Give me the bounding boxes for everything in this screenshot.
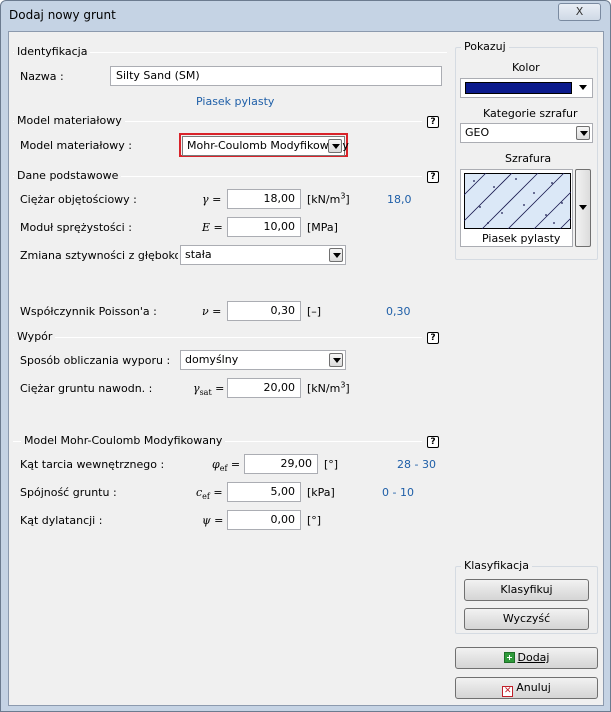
chevron-down-icon	[579, 205, 587, 210]
clear-button[interactable]: Wyczyść	[464, 608, 589, 630]
cohesion-label: Spójność gruntu :	[20, 486, 117, 499]
unit-weight-symbol: γ =	[202, 193, 222, 206]
poisson-unit: [–]	[307, 305, 322, 318]
name-input[interactable]: Silty Sand (SM)	[110, 66, 442, 86]
modulus-unit: [MPa]	[307, 221, 338, 234]
saturated-weight-unit: [kN/m3]	[307, 380, 350, 395]
window-title: Dodaj nowy grunt	[9, 8, 116, 22]
hatch-dropdown-button[interactable]	[575, 169, 591, 247]
hatch-category-value: GEO	[465, 126, 490, 139]
help-icon[interactable]: ?	[427, 171, 439, 183]
modulus-symbol: E =	[202, 221, 223, 234]
group-material-model-title: Model materiałowy	[14, 114, 125, 127]
cohesion-unit: [kPa]	[307, 486, 335, 499]
poisson-hint: 0,30	[386, 305, 411, 318]
modulus-input[interactable]: 10,00	[227, 217, 301, 237]
color-select[interactable]	[460, 78, 593, 98]
friction-angle-unit: [°]	[324, 458, 339, 471]
dialog-window: Dodaj nowy grunt X Identyfikacja Nazwa :…	[0, 0, 611, 712]
stiffness-label: Zmiana sztywności z głębokością	[20, 249, 178, 262]
hatch-label: Szrafura	[505, 152, 552, 165]
dilation-input[interactable]: 0,00	[227, 510, 301, 530]
friction-angle-input[interactable]: 29,00	[244, 454, 318, 474]
saturated-weight-input[interactable]: 20,00	[227, 378, 301, 398]
dilation-unit: [°]	[307, 514, 322, 527]
modulus-label: Moduł sprężystości :	[20, 221, 132, 234]
chevron-down-icon	[329, 353, 343, 367]
hatch-preview[interactable]: Piasek pylasty	[460, 169, 573, 247]
plus-icon	[503, 652, 515, 663]
friction-angle-symbol: φef =	[212, 458, 241, 474]
chevron-down-icon	[329, 248, 343, 262]
poisson-symbol: ν =	[202, 305, 222, 318]
friction-angle-label: Kąt tarcia wewnętrznego :	[20, 458, 165, 471]
help-icon[interactable]: ?	[427, 436, 439, 448]
group-identification-title: Identyfikacja	[14, 45, 91, 58]
stiffness-select[interactable]: stała	[180, 245, 346, 265]
dialog-body: Identyfikacja Nazwa : Silty Sand (SM) Pi…	[8, 31, 604, 706]
saturated-weight-label: Ciężar gruntu nawodn. :	[20, 382, 153, 395]
cohesion-hint: 0 - 10	[382, 486, 414, 499]
hatch-category-label: Kategorie szrafur	[483, 107, 578, 120]
chevron-down-icon	[328, 139, 342, 153]
close-icon: X	[575, 5, 584, 18]
cohesion-symbol: cef =	[196, 486, 223, 502]
dilation-symbol: ψ =	[202, 514, 224, 527]
group-divider	[13, 337, 422, 338]
uplift-method-select[interactable]: domyślny	[180, 350, 346, 370]
classification-title: Klasyfikacja	[461, 559, 532, 572]
uplift-method-label: Sposób obliczania wyporu :	[20, 354, 171, 367]
cancel-button[interactable]: ✕ Anuluj	[455, 677, 598, 699]
color-swatch	[465, 82, 572, 94]
material-model-label: Model materiałowy :	[20, 139, 132, 152]
group-mohr-title: Model Mohr-Coulomb Modyfikowany	[21, 434, 226, 447]
add-button[interactable]: Dodaj	[455, 647, 598, 669]
name-label: Nazwa :	[20, 70, 64, 83]
hatch-category-select[interactable]: GEO	[460, 123, 593, 143]
show-panel-title: Pokazuj	[461, 40, 509, 53]
poisson-label: Współczynnik Poisson'a :	[20, 305, 157, 318]
unit-weight-label: Ciężar objętościowy :	[20, 193, 137, 206]
help-icon[interactable]: ?	[427, 332, 439, 344]
chevron-down-icon	[576, 81, 590, 95]
group-basic-title: Dane podstawowe	[14, 169, 122, 182]
hatch-pattern-icon	[464, 173, 571, 229]
hatch-name: Piasek pylasty	[482, 232, 561, 245]
group-uplift-title: Wypór	[14, 330, 56, 343]
chevron-down-icon	[576, 126, 590, 140]
cancel-button-label: Anuluj	[516, 681, 551, 694]
add-button-label: Dodaj	[517, 651, 550, 664]
unit-weight-input[interactable]: 18,00	[227, 189, 301, 209]
poisson-input[interactable]: 0,30	[227, 301, 301, 321]
uplift-method-value: domyślny	[185, 353, 239, 366]
material-model-value: Mohr-Coulomb Modyfikowany	[187, 139, 349, 152]
title-bar: Dodaj nowy grunt X	[1, 1, 610, 31]
friction-angle-hint: 28 - 30	[397, 458, 436, 471]
material-model-select[interactable]: Mohr-Coulomb Modyfikowany	[182, 136, 349, 156]
cohesion-input[interactable]: 5,00	[227, 482, 301, 502]
dilation-label: Kąt dylatancji :	[20, 514, 103, 527]
saturated-weight-symbol: γsat =	[193, 382, 225, 398]
help-icon[interactable]: ?	[427, 116, 439, 128]
color-label: Kolor	[512, 61, 540, 74]
stiffness-value: stała	[185, 248, 212, 261]
close-icon: ✕	[502, 686, 514, 697]
close-button[interactable]: X	[558, 3, 601, 21]
name-hint: Piasek pylasty	[196, 95, 275, 108]
unit-weight-hint: 18,0	[387, 193, 412, 206]
classify-button[interactable]: Klasyfikuj	[464, 579, 589, 601]
unit-weight-unit: [kN/m3]	[307, 191, 350, 206]
